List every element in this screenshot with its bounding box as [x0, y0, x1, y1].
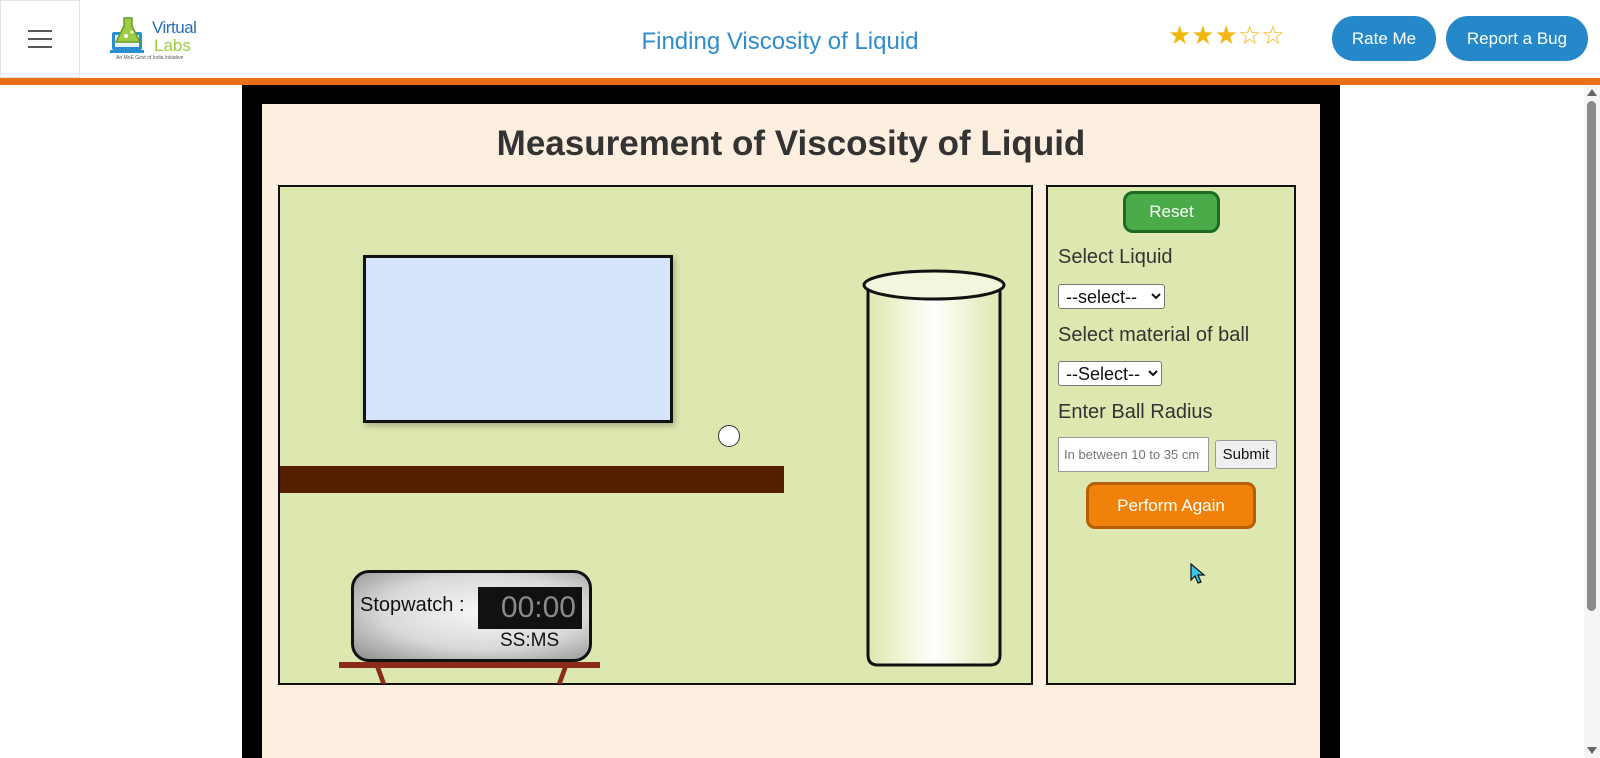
- rate-me-button[interactable]: Rate Me: [1332, 16, 1436, 61]
- scroll-thumb[interactable]: [1587, 101, 1596, 611]
- star-rating[interactable]: ★★★☆☆: [1168, 20, 1285, 51]
- star-filled-icon[interactable]: ★★★: [1168, 20, 1238, 50]
- liquid-select[interactable]: --select--: [1058, 284, 1165, 309]
- stopwatch-display: 00:00: [478, 587, 582, 629]
- perform-again-button[interactable]: Perform Again: [1086, 482, 1256, 529]
- simulation-title: Measurement of Viscosity of Liquid: [496, 124, 1086, 163]
- shelf: [280, 466, 784, 493]
- scroll-up-arrow-icon[interactable]: [1587, 89, 1597, 96]
- flask-logo-icon: [110, 17, 144, 53]
- ball-material-select[interactable]: --Select--: [1058, 361, 1162, 386]
- page-scrollbar[interactable]: [1584, 85, 1600, 758]
- stopwatch-label: Stopwatch :: [360, 594, 465, 616]
- report-bug-button[interactable]: Report a Bug: [1446, 16, 1588, 61]
- header-divider: [0, 78, 1600, 85]
- measuring-cylinder: [862, 269, 1006, 667]
- logo-text-labs: Labs: [154, 36, 191, 55]
- menu-line: [28, 46, 52, 48]
- page-title: Finding Viscosity of Liquid: [641, 28, 919, 55]
- menu-line: [28, 30, 52, 32]
- select-liquid-label: Select Liquid: [1058, 246, 1173, 268]
- hamburger-menu-icon[interactable]: [0, 0, 80, 78]
- ball[interactable]: [718, 425, 740, 447]
- ball-radius-label: Enter Ball Radius: [1058, 401, 1213, 423]
- site-header: Virtual Labs An MoE Govt of India Initia…: [0, 0, 1600, 78]
- mouse-cursor-icon: [1190, 563, 1206, 584]
- logo-tagline: An MoE Govt of India Initiative: [116, 55, 184, 61]
- select-ball-material-label: Select material of ball: [1058, 324, 1250, 346]
- star-empty-icon[interactable]: ☆☆: [1238, 20, 1285, 50]
- submit-button[interactable]: Submit: [1215, 440, 1277, 469]
- virtual-labs-logo[interactable]: Virtual Labs An MoE Govt of India Initia…: [110, 12, 200, 64]
- stopwatch-unit: SS:MS: [500, 630, 560, 651]
- logo-text-virtual: Virtual: [152, 18, 197, 37]
- menu-line: [28, 38, 52, 40]
- reset-button[interactable]: Reset: [1123, 191, 1220, 233]
- scroll-down-arrow-icon[interactable]: [1587, 747, 1597, 754]
- display-screen: [363, 255, 673, 423]
- ball-radius-input[interactable]: [1058, 437, 1209, 472]
